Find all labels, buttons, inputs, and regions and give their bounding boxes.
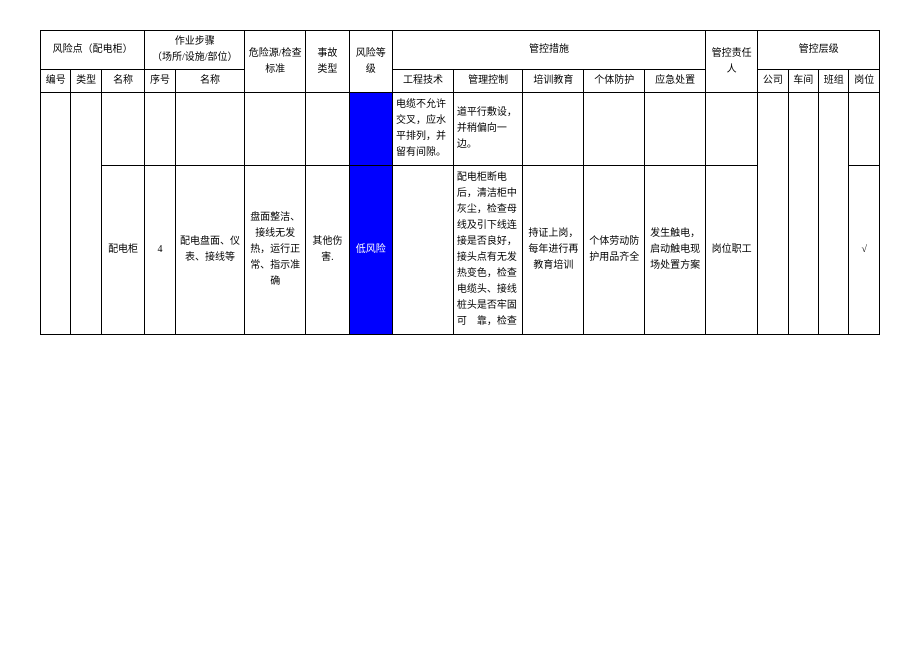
hdr-acctype: 事故 类型 — [306, 31, 349, 93]
cell-company — [758, 93, 788, 335]
hdr-seq: 序号 — [145, 70, 175, 93]
cell-ppe: 个体劳动防护用品齐全 — [584, 166, 645, 335]
cell-name — [101, 93, 144, 166]
cell-resp: 岗位职工 — [706, 166, 758, 335]
cell-hazard: 盘面整洁、接线无发热，运行正常、指示准确 — [245, 166, 306, 335]
hdr-mgmt: 管理控制 — [453, 70, 523, 93]
cell-acctype: 其他伤害. — [306, 166, 349, 335]
cell-post: √ — [849, 166, 880, 335]
cell-name: 配电柜 — [101, 166, 144, 335]
hdr-ppe: 个体防护 — [584, 70, 645, 93]
cell-risklevel: 低风险 — [349, 166, 392, 335]
cell-type — [71, 93, 101, 335]
cell-mgmt: 道平行敷设，并稍偏向一边。 — [453, 93, 523, 166]
table-body: 电缆不允许交叉，应水平排列，并留有间隙。 道平行敷设，并稍偏向一边。 配电柜 4… — [41, 93, 880, 335]
hdr-work-step: 作业步骤 （场所/设施/部位） — [145, 31, 245, 70]
cell-acctype — [306, 93, 349, 166]
cell-stepname: 配电盘面、仪表、接线等 — [175, 166, 245, 335]
cell-post — [849, 93, 880, 166]
hdr-team: 班组 — [819, 70, 849, 93]
table-header: 风险点（配电柜） 作业步骤 （场所/设施/部位） 危险源/检查 标准 事故 类型… — [41, 31, 880, 93]
cell-seq — [145, 93, 175, 166]
table-row: 电缆不允许交叉，应水平排列，并留有间隙。 道平行敷设，并稍偏向一边。 — [41, 93, 880, 166]
hdr-type: 类型 — [71, 70, 101, 93]
hdr-company: 公司 — [758, 70, 788, 93]
cell-emerg: 发生触电，启动触电现场处置方案 — [645, 166, 706, 335]
hdr-stepname: 名称 — [175, 70, 245, 93]
hdr-train: 培训教育 — [523, 70, 584, 93]
hdr-hazard: 危险源/检查 标准 — [245, 31, 306, 93]
cell-stepname — [175, 93, 245, 166]
cell-train — [523, 93, 584, 166]
cell-workshop — [788, 93, 818, 335]
cell-ppe — [584, 93, 645, 166]
hdr-emerg: 应急处置 — [645, 70, 706, 93]
hdr-resp: 管控责任人 — [706, 31, 758, 93]
hdr-risk-point: 风险点（配电柜） — [41, 31, 145, 70]
hdr-risklevel: 风险等级 — [349, 31, 392, 93]
hdr-name: 名称 — [101, 70, 144, 93]
hdr-level: 管控层级 — [758, 31, 880, 70]
cell-team — [819, 93, 849, 335]
hdr-post: 岗位 — [849, 70, 880, 93]
cell-risklevel — [349, 93, 392, 166]
cell-emerg — [645, 93, 706, 166]
cell-train: 持证上岗，每年进行再教育培训 — [523, 166, 584, 335]
cell-seq: 4 — [145, 166, 175, 335]
cell-hazard — [245, 93, 306, 166]
cell-number — [41, 93, 71, 335]
cell-mgmt: 配电柜断电后，清洁柜中灰尘，检查母线及引下线连接是否良好，接头点有无发热变色，检… — [453, 166, 523, 335]
cell-eng: 电缆不允许交叉，应水平排列，并留有间隙。 — [393, 93, 454, 166]
table-row: 配电柜 4 配电盘面、仪表、接线等 盘面整洁、接线无发热，运行正常、指示准确 其… — [41, 166, 880, 335]
risk-table: 风险点（配电柜） 作业步骤 （场所/设施/部位） 危险源/检查 标准 事故 类型… — [40, 30, 880, 335]
hdr-measures: 管控措施 — [393, 31, 706, 70]
hdr-number: 编号 — [41, 70, 71, 93]
cell-eng — [393, 166, 454, 335]
cell-resp — [706, 93, 758, 166]
hdr-eng: 工程技术 — [393, 70, 454, 93]
hdr-workshop: 车间 — [788, 70, 818, 93]
